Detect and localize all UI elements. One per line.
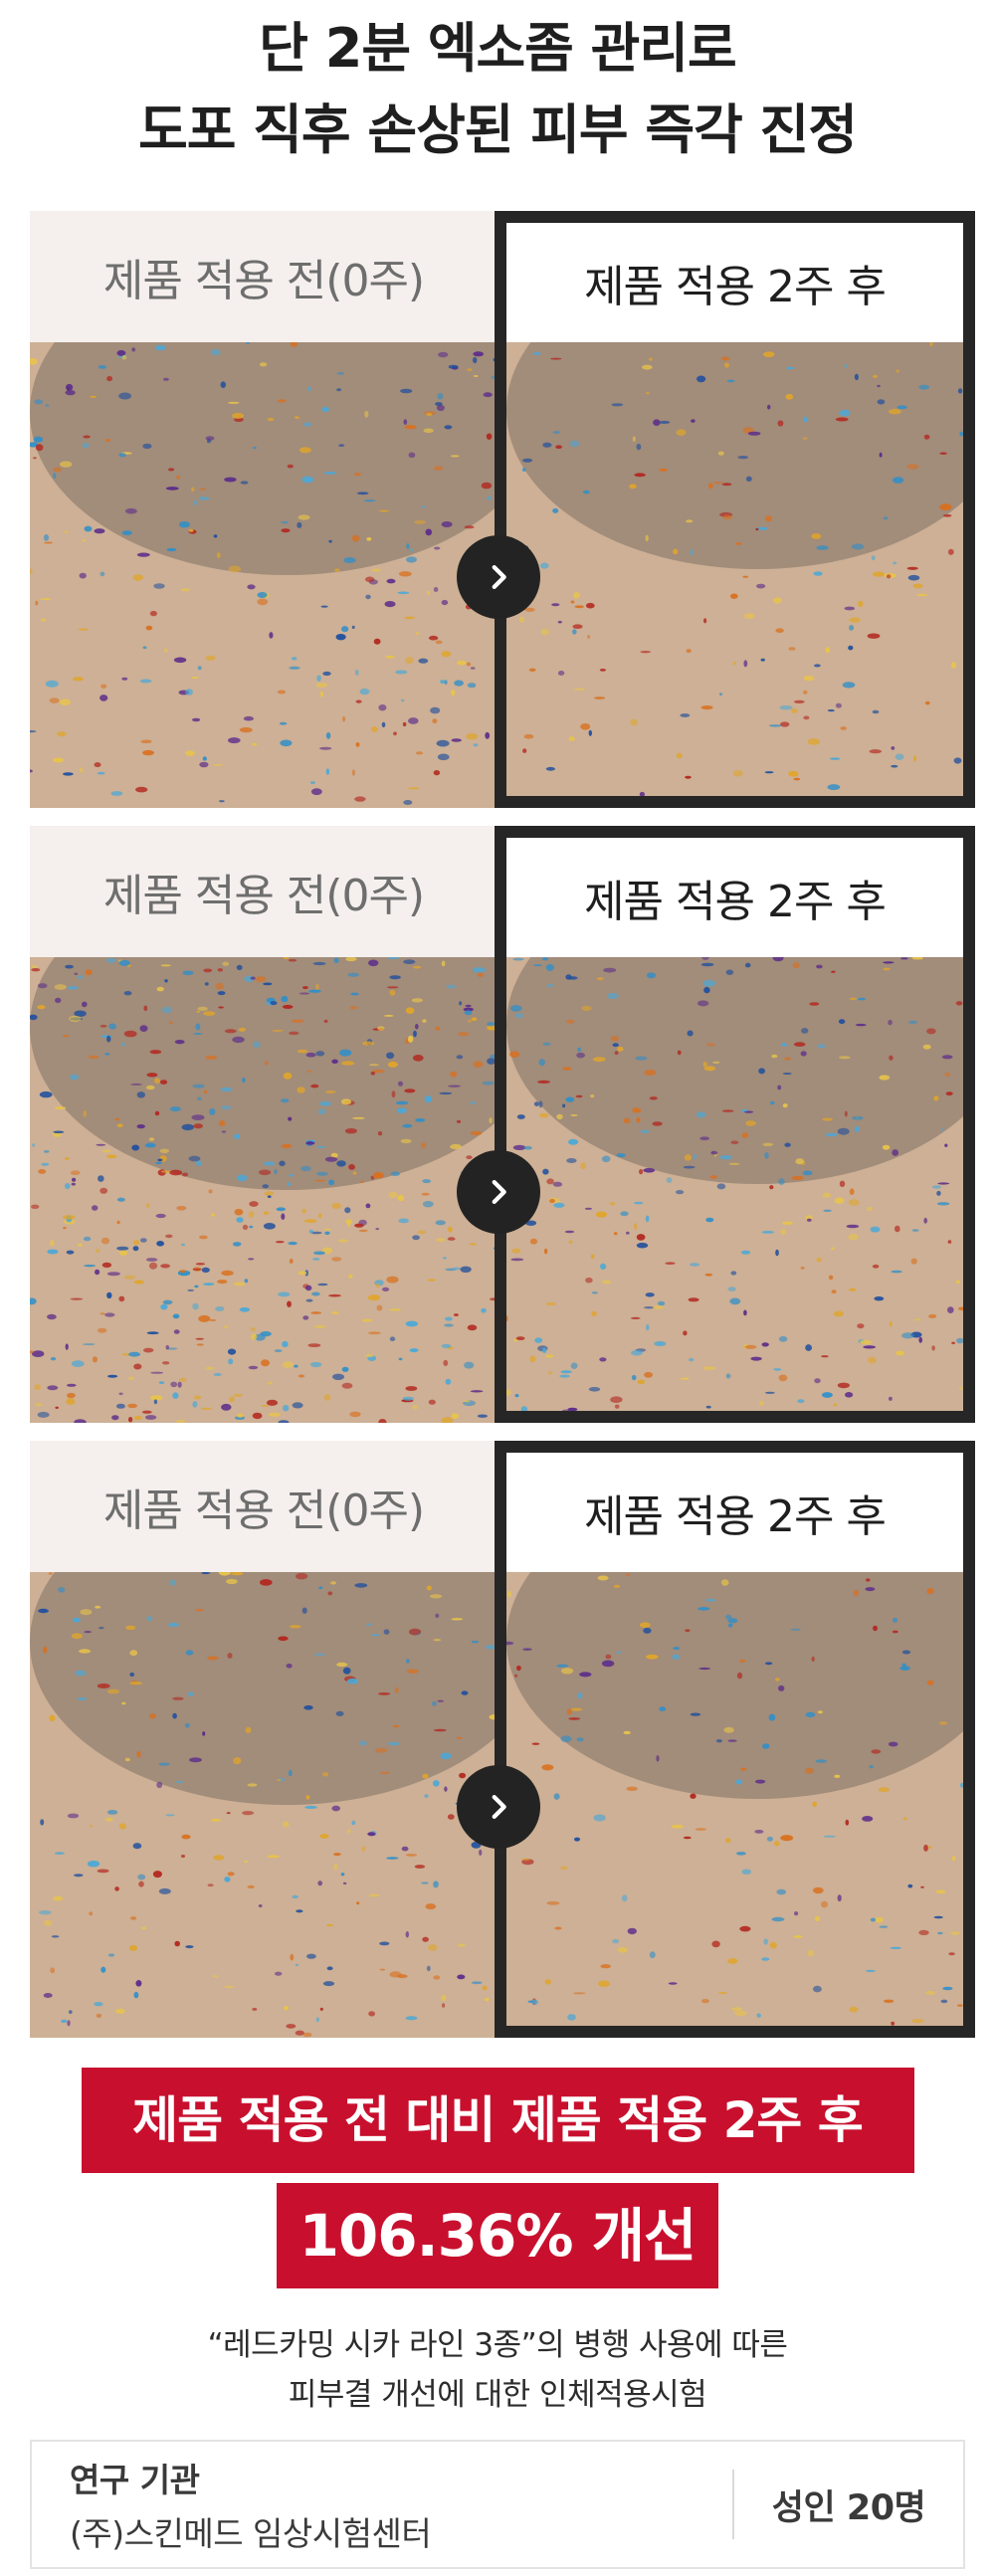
page: 단 2분 엑소좀 관리로 도포 직후 손상된 피부 즉각 진정 제품 적용 전(… (0, 0, 995, 2576)
before-label: 제품 적용 전(0주) (102, 1486, 425, 1536)
after-skin-image (506, 342, 963, 796)
after-label: 제품 적용 2주 후 (584, 1491, 887, 1542)
headline-line-1: 단 2분 엑소좀 관리로 (259, 17, 736, 80)
before-skin-image (30, 957, 498, 1423)
institution-value: (주)스킨메드 임상시험센터 (70, 2514, 432, 2553)
after-label: 제품 적용 2주 후 (584, 262, 887, 312)
result-banner: 제품 적용 전 대비 제품 적용 2주 후 106.36% 개선 (0, 2068, 995, 2288)
chevron-right-icon[interactable] (457, 535, 540, 619)
result-improvement: 106.36% 개선 (277, 2183, 718, 2288)
comparison-pair-3: 제품 적용 전(0주) 제품 적용 2주 후 (30, 1441, 975, 2038)
research-institution: 연구 기관 (주)스킨메드 임상시험센터 (32, 2454, 732, 2555)
comparison-pair-1: 제품 적용 전(0주) 제품 적용 2주 후 (30, 211, 975, 808)
after-skin-image (506, 1572, 963, 2026)
comparison-list: 제품 적용 전(0주) 제품 적용 2주 후 제품 적용 전(0주) 제품 적용… (30, 211, 975, 2056)
before-panel: 제품 적용 전(0주) (30, 826, 498, 1423)
before-skin-image (30, 342, 498, 808)
after-panel: 제품 적용 2주 후 (495, 1441, 975, 2038)
headline-line-2: 도포 직후 손상된 피부 즉각 진정 (138, 99, 858, 161)
institution-label: 연구 기관 (70, 2461, 200, 2499)
study-info-box: 연구 기관 (주)스킨메드 임상시험센터 성인 20명 (30, 2440, 965, 2569)
comparison-pair-2: 제품 적용 전(0주) 제품 적용 2주 후 (30, 826, 975, 1423)
before-panel: 제품 적용 전(0주) (30, 211, 498, 808)
after-panel: 제품 적용 2주 후 (495, 211, 975, 808)
after-label: 제품 적용 2주 후 (584, 877, 887, 927)
test-note-line-2: 피부결 개선에 대한 인체적용시험 (288, 2377, 707, 2413)
before-skin-image (30, 1572, 498, 2038)
before-label: 제품 적용 전(0주) (102, 256, 425, 306)
chevron-right-icon[interactable] (457, 1765, 540, 1849)
result-headline: 제품 적용 전 대비 제품 적용 2주 후 (81, 2068, 914, 2173)
after-skin-image (506, 957, 963, 1411)
test-note: “레드카밍 시카 라인 3종”의 병행 사용에 따른 피부결 개선에 대한 인체… (0, 2320, 995, 2420)
before-label: 제품 적용 전(0주) (102, 871, 425, 921)
chevron-right-icon[interactable] (457, 1150, 540, 1234)
after-panel: 제품 적용 2주 후 (495, 826, 975, 1423)
before-panel: 제품 적용 전(0주) (30, 1441, 498, 2038)
headline: 단 2분 엑소좀 관리로 도포 직후 손상된 피부 즉각 진정 (0, 0, 995, 171)
subject-count: 성인 20명 (771, 2487, 926, 2528)
test-note-line-1: “레드카밍 시카 라인 3종”의 병행 사용에 따른 (207, 2327, 788, 2363)
